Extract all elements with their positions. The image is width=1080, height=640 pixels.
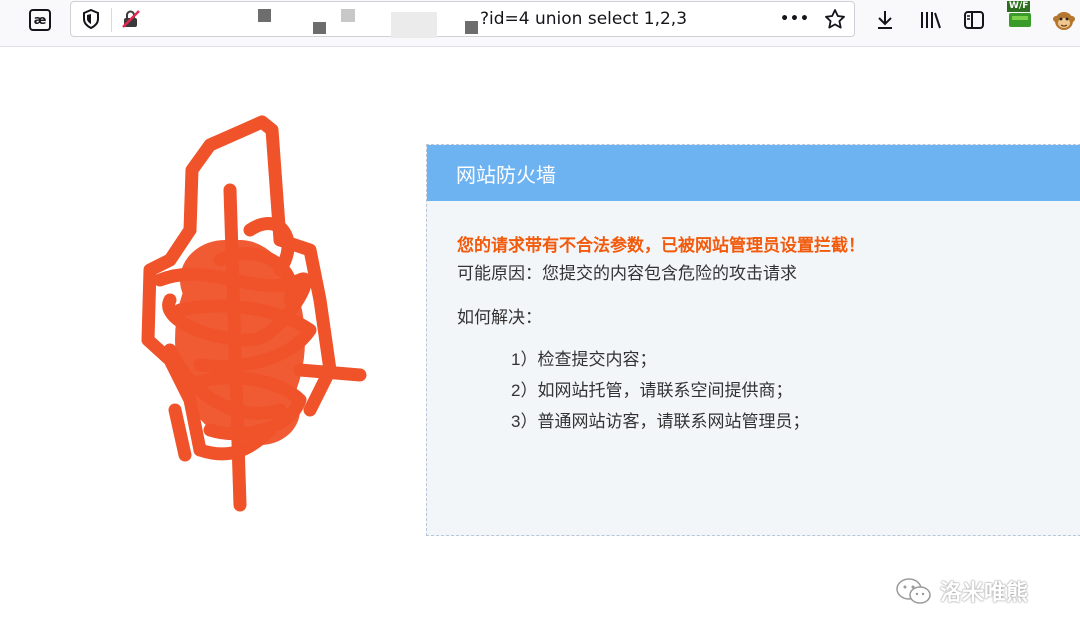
redaction-block — [391, 12, 437, 38]
url-separator — [111, 8, 112, 32]
url-bar[interactable]: ?id=4 union select 1,2,3 ••• — [70, 1, 855, 38]
wechat-icon — [896, 578, 931, 604]
redaction-block — [313, 22, 326, 34]
solution-step: 2）如网站托管，请联系空间提供商； — [511, 381, 793, 400]
warning-message: 您的请求带有不合法参数，已被网站管理员设置拦截！ — [457, 236, 865, 255]
wappalyzer-extension-icon[interactable]: W/F — [1005, 0, 1035, 30]
insecure-lock-icon[interactable] — [117, 6, 145, 32]
watermark: 洛米唯熊 — [894, 575, 1028, 607]
redaction-block — [465, 21, 478, 34]
firewall-title: 网站防火墙 — [427, 145, 1080, 201]
browser-toolbar: æ ?id=4 union select 1,2,3 ••• W/F — [0, 0, 1080, 47]
url-text[interactable]: ?id=4 union select 1,2,3 — [480, 9, 687, 29]
page-actions-menu-icon[interactable]: ••• — [780, 6, 809, 32]
redaction-scribble — [141, 115, 367, 512]
tampermonkey-extension-icon[interactable] — [1050, 7, 1078, 33]
sidebar-icon[interactable] — [960, 7, 988, 33]
howto-label: 如何解决： — [457, 308, 542, 327]
watermark-text: 洛米唯熊 — [940, 580, 1029, 605]
solution-step: 1）检查提交内容； — [511, 350, 657, 369]
firewall-card: 网站防火墙 您的请求带有不合法参数，已被网站管理员设置拦截！ 可能原因：您提交的… — [426, 144, 1080, 536]
solution-step: 3）普通网站访客，请联系网站管理员； — [511, 412, 810, 431]
redaction-block — [341, 9, 355, 22]
redaction-block — [258, 9, 271, 22]
library-icon[interactable] — [916, 7, 944, 33]
bookmark-star-icon[interactable] — [821, 6, 849, 32]
solution-steps: 1）检查提交内容； 2）如网站托管，请联系空间提供商； 3）普通网站访客，请联系… — [511, 349, 809, 442]
tracking-protection-shield-icon[interactable] — [77, 6, 105, 32]
reason-message: 可能原因：您提交的内容包含危险的攻击请求 — [457, 264, 797, 283]
reader-view-icon[interactable]: æ — [26, 7, 54, 33]
downloads-icon[interactable] — [871, 7, 899, 33]
